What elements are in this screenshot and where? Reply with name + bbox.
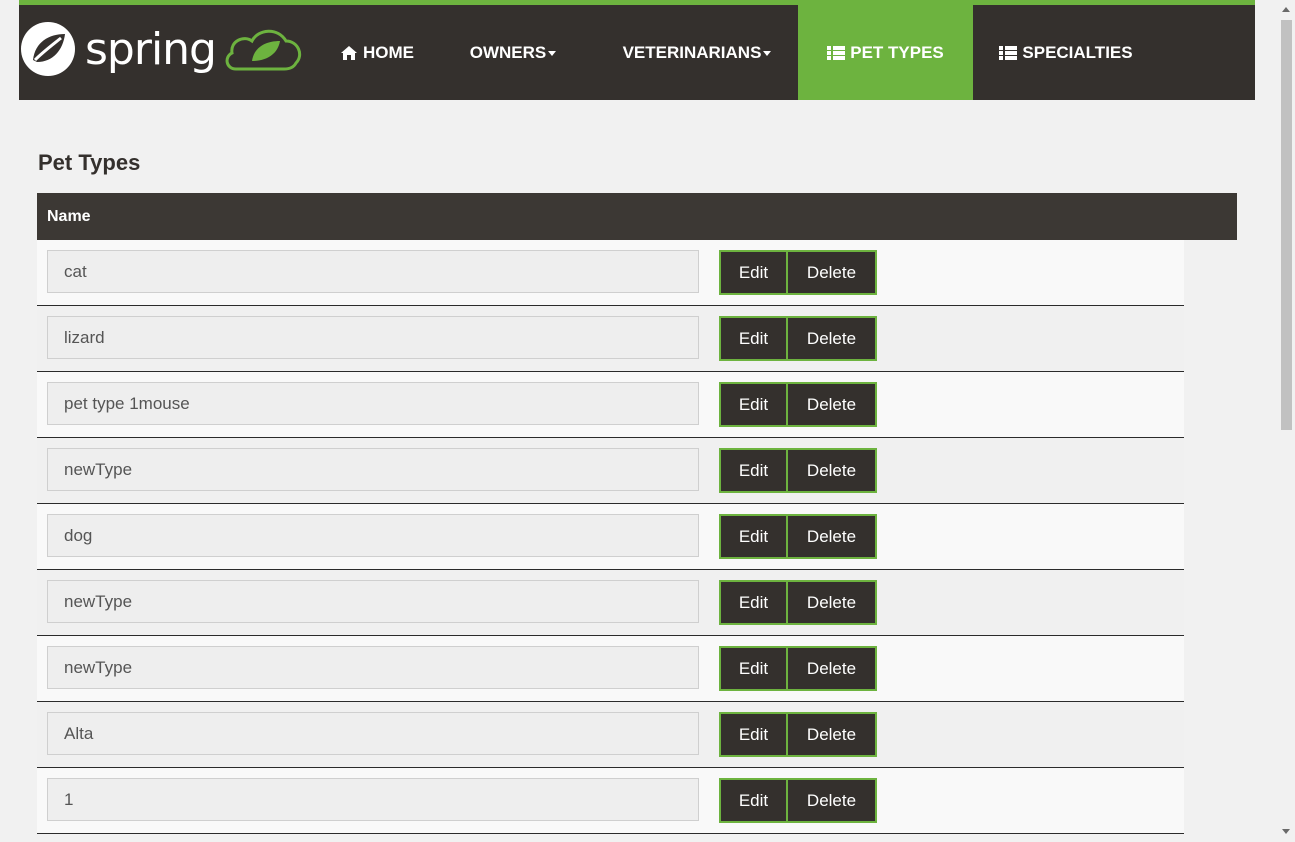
home-icon [341,45,357,60]
edit-button[interactable]: Edit [719,778,788,823]
brand-logo[interactable]: spring [19,17,309,81]
brand-name: spring [85,23,217,75]
pet-type-name-input[interactable] [47,646,699,689]
nav-pet-types-label: PET TYPES [850,42,944,62]
edit-button[interactable]: Edit [719,382,788,427]
top-navbar: spring HOME OWNERS VETERINARIANS PET TYP… [19,0,1255,100]
pet-type-name-input[interactable] [47,712,699,755]
delete-button[interactable]: Delete [786,778,877,823]
delete-button[interactable]: Delete [786,448,877,493]
pet-type-name-input[interactable] [47,778,699,821]
edit-button[interactable]: Edit [719,646,788,691]
table-row: Edit Delete [37,504,1184,570]
edit-button[interactable]: Edit [719,580,788,625]
page-title: Pet Types [38,150,141,175]
nav-pet-types[interactable]: PET TYPES [798,5,973,100]
column-header-name: Name [47,207,91,225]
nav-owners[interactable]: OWNERS [450,5,576,100]
edit-button[interactable]: Edit [719,712,788,757]
scroll-up-arrow-icon[interactable] [1282,7,1290,12]
pet-types-table: Edit Delete Edit Delete Edit Delete Edit… [37,240,1184,834]
cloud-leaf-icon [225,29,301,71]
table-header: Name [37,193,1237,240]
vertical-scrollbar[interactable] [1278,0,1295,842]
nav-veterinarians[interactable]: VETERINARIANS [597,5,797,100]
edit-button[interactable]: Edit [719,514,788,559]
edit-button[interactable]: Edit [719,448,788,493]
table-row: Edit Delete [37,636,1184,702]
chevron-down-icon [763,51,772,56]
delete-button[interactable]: Delete [786,580,877,625]
delete-button[interactable]: Delete [786,316,877,361]
nav-home[interactable]: HOME [324,5,430,100]
list-icon [999,45,1018,60]
pet-type-name-input[interactable] [47,514,699,557]
scrollbar-thumb[interactable] [1281,20,1292,430]
nav-specialties-label: SPECIALTIES [1022,42,1133,62]
table-row: Edit Delete [37,570,1184,636]
pet-type-name-input[interactable] [47,250,699,293]
nav-home-label: HOME [363,42,414,62]
table-row: Edit Delete [37,438,1184,504]
pet-type-name-input[interactable] [47,382,699,425]
table-row: Edit Delete [37,306,1184,372]
table-row: Edit Delete [37,702,1184,768]
edit-button[interactable]: Edit [719,250,788,295]
pet-type-name-input[interactable] [47,580,699,623]
list-icon [827,45,846,60]
table-row: Edit Delete [37,240,1184,306]
chevron-down-icon [548,51,557,56]
nav-owners-label: OWNERS [469,42,547,62]
edit-button[interactable]: Edit [719,316,788,361]
table-row: Edit Delete [37,372,1184,438]
delete-button[interactable]: Delete [786,250,877,295]
scroll-down-arrow-icon[interactable] [1282,829,1290,834]
table-row: Edit Delete [37,768,1184,834]
delete-button[interactable]: Delete [786,514,877,559]
pet-type-name-input[interactable] [47,316,699,359]
nav-specialties[interactable]: SPECIALTIES [993,5,1139,100]
pet-type-name-input[interactable] [47,448,699,491]
nav-veterinarians-label: VETERINARIANS [622,42,762,62]
delete-button[interactable]: Delete [786,382,877,427]
spring-leaf-icon [21,22,75,76]
delete-button[interactable]: Delete [786,646,877,691]
delete-button[interactable]: Delete [786,712,877,757]
